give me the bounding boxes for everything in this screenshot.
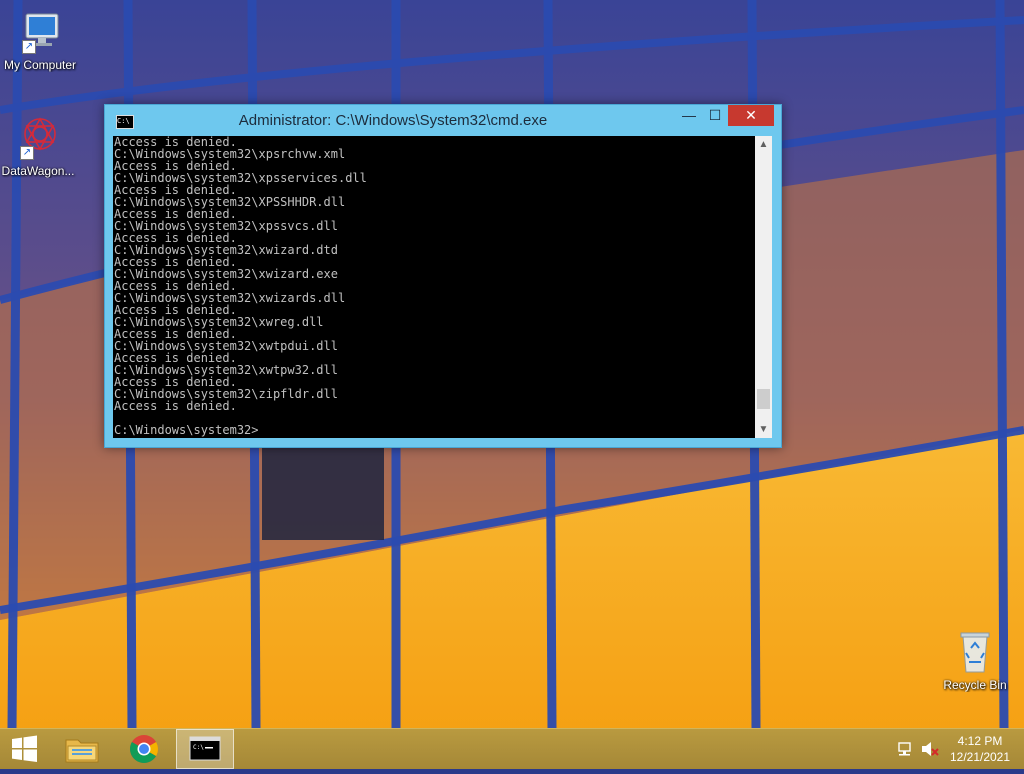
svg-text:C:\: C:\ (193, 744, 204, 751)
tray-clock[interactable]: 4:12 PM 12/21/2021 (948, 733, 1012, 765)
close-button[interactable]: ✕ (728, 105, 774, 126)
scroll-up-arrow-icon[interactable]: ▲ (755, 136, 772, 153)
chrome-icon (130, 735, 158, 763)
scrollbar-thumb[interactable] (757, 389, 770, 409)
taskbar-command-prompt[interactable]: C:\ (176, 729, 234, 769)
clock-date: 12/21/2021 (949, 750, 1011, 764)
shortcut-arrow-icon: ↗ (20, 146, 34, 160)
recycle-bin-icon (951, 628, 999, 676)
datawagon-icon: ↗ (14, 114, 62, 162)
shortcut-arrow-icon: ↗ (22, 40, 36, 54)
network-icon (898, 742, 911, 756)
recycle-bin-shortcut[interactable]: Recycle Bin (935, 628, 1015, 692)
cmd-window[interactable]: C:\ Administrator: C:\Windows\System32\c… (104, 104, 782, 448)
scroll-down-arrow-icon[interactable]: ▼ (755, 421, 772, 438)
datawagon-shortcut[interactable]: ↗ DataWagon... (0, 114, 78, 178)
folder-icon (65, 739, 99, 763)
console-area[interactable]: Access is denied. C:\Windows\system32\xp… (113, 136, 772, 438)
volume-muted-icon (922, 742, 939, 756)
taskbar-file-explorer[interactable] (54, 729, 110, 769)
desktop-icon-label: Recycle Bin (943, 678, 1007, 692)
window-titlebar[interactable]: C:\ Administrator: C:\Windows\System32\c… (105, 105, 781, 137)
minimize-button[interactable]: — (676, 105, 702, 126)
windows-logo-icon (12, 735, 37, 762)
cmd-icon: C:\ (189, 736, 221, 761)
tray-network[interactable] (896, 729, 916, 769)
maximize-button[interactable]: ☐ (702, 105, 728, 126)
computer-icon: ↗ (16, 8, 64, 56)
console-output[interactable]: Access is denied. C:\Windows\system32\xp… (114, 136, 754, 438)
start-button[interactable] (0, 729, 48, 769)
clock-time: 4:12 PM (957, 734, 1003, 748)
cmd-icon[interactable]: C:\ (116, 115, 134, 129)
tray-volume[interactable] (920, 729, 940, 769)
taskbar-chrome[interactable] (116, 729, 172, 769)
taskbar: C:\ 4:12 PM 12/21/2021 (0, 728, 1024, 769)
desktop-icon-label: DataWagon... (1, 164, 75, 178)
desktop-icon-label: My Computer (3, 58, 77, 72)
window-title: Administrator: C:\Windows\System32\cmd.e… (238, 112, 548, 129)
vertical-scrollbar[interactable]: ▲ ▼ (755, 136, 772, 438)
my-computer-shortcut[interactable]: ↗ My Computer (0, 8, 80, 72)
